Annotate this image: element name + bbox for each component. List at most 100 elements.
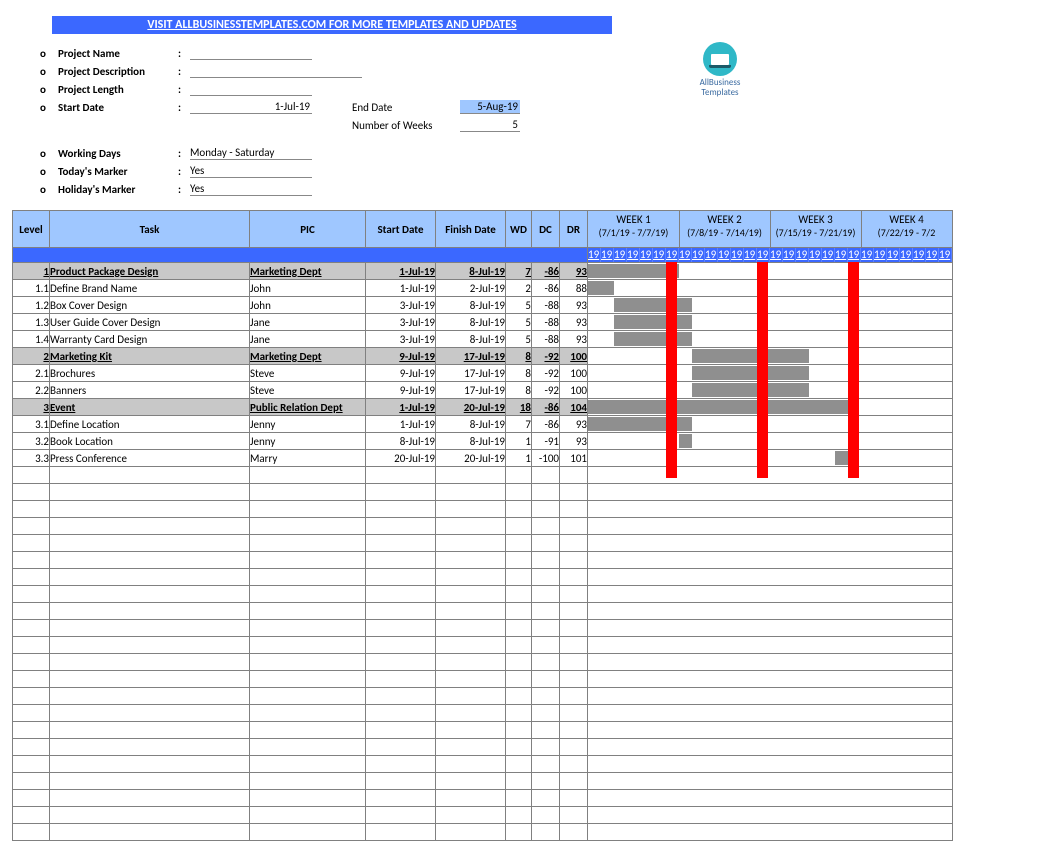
table-row[interactable] [13, 501, 953, 518]
gantt-bar[interactable] [614, 332, 692, 346]
cell-level[interactable]: 3.3 [13, 450, 50, 467]
gantt-bar[interactable] [692, 383, 809, 397]
table-row[interactable] [13, 671, 953, 688]
table-row[interactable]: 2.1BrochuresSteve9-Jul-1917-Jul-198-9210… [13, 365, 953, 382]
cell-level[interactable]: 1.2 [13, 297, 50, 314]
cell-dc[interactable]: -92 [532, 348, 560, 365]
col-level[interactable]: Level [13, 211, 50, 248]
start-date-field[interactable]: 1-Jul-19 [190, 100, 312, 114]
cell-pic[interactable]: Jane [250, 331, 366, 348]
table-row[interactable] [13, 705, 953, 722]
table-row[interactable] [13, 620, 953, 637]
table-row[interactable] [13, 807, 953, 824]
cell-wd[interactable]: 7 [506, 416, 532, 433]
gantt-bar[interactable] [692, 366, 809, 380]
table-row[interactable] [13, 756, 953, 773]
cell-pic[interactable]: Marketing Dept [250, 263, 366, 280]
table-row[interactable] [13, 552, 953, 569]
cell-finish[interactable]: 8-Jul-19 [436, 331, 506, 348]
gantt-table[interactable]: Level Task PIC Start Date Finish Date WD… [12, 210, 953, 841]
table-row[interactable] [13, 467, 953, 484]
cell-wd[interactable]: 8 [506, 365, 532, 382]
cell-pic[interactable]: Jenny [250, 433, 366, 450]
col-start[interactable]: Start Date [366, 211, 436, 248]
cell-task[interactable]: Product Package Design [50, 263, 250, 280]
table-row[interactable]: 3EventPublic Relation Dept1-Jul-1920-Jul… [13, 399, 953, 416]
cell-pic[interactable]: Steve [250, 382, 366, 399]
table-row[interactable] [13, 518, 953, 535]
cell-task[interactable]: Event [50, 399, 250, 416]
cell-start[interactable]: 3-Jul-19 [366, 297, 436, 314]
cell-task[interactable]: Define Brand Name [50, 280, 250, 297]
cell-level[interactable]: 2.1 [13, 365, 50, 382]
cell-dr[interactable]: 93 [560, 433, 588, 450]
table-row[interactable] [13, 654, 953, 671]
cell-finish[interactable]: 17-Jul-19 [436, 382, 506, 399]
cell-dr[interactable]: 88 [560, 280, 588, 297]
cell-dr[interactable]: 104 [560, 399, 588, 416]
cell-dc[interactable]: -88 [532, 331, 560, 348]
cell-dc[interactable]: -88 [532, 297, 560, 314]
cell-level[interactable]: 3.1 [13, 416, 50, 433]
today-marker-field[interactable]: Yes [190, 164, 312, 178]
cell-finish[interactable]: 8-Jul-19 [436, 433, 506, 450]
cell-finish[interactable]: 8-Jul-19 [436, 297, 506, 314]
gantt-bar[interactable] [692, 349, 809, 363]
gantt-cell[interactable] [588, 314, 953, 331]
cell-dr[interactable]: 100 [560, 348, 588, 365]
gantt-cell[interactable] [588, 280, 953, 297]
cell-dc[interactable]: -92 [532, 382, 560, 399]
gantt-cell[interactable] [588, 399, 953, 416]
gantt-bar[interactable] [588, 400, 848, 414]
gantt-cell[interactable] [588, 382, 953, 399]
table-row[interactable]: 1.4Warranty Card DesignJane3-Jul-198-Jul… [13, 331, 953, 348]
cell-finish[interactable]: 17-Jul-19 [436, 365, 506, 382]
cell-wd[interactable]: 2 [506, 280, 532, 297]
col-dr[interactable]: DR [560, 211, 588, 248]
cell-dr[interactable]: 101 [560, 450, 588, 467]
table-row[interactable] [13, 688, 953, 705]
end-date-field[interactable]: 5-Aug-19 [460, 100, 520, 114]
cell-start[interactable]: 1-Jul-19 [366, 416, 436, 433]
working-days-field[interactable]: Monday - Saturday [190, 146, 312, 160]
cell-pic[interactable]: John [250, 280, 366, 297]
cell-wd[interactable]: 8 [506, 382, 532, 399]
cell-task[interactable]: Box Cover Design [50, 297, 250, 314]
gantt-bar[interactable] [614, 315, 692, 329]
cell-finish[interactable]: 8-Jul-19 [436, 314, 506, 331]
gantt-cell[interactable] [588, 450, 953, 467]
table-row[interactable]: 3.2Book LocationJenny8-Jul-198-Jul-191-9… [13, 433, 953, 450]
cell-dr[interactable]: 93 [560, 263, 588, 280]
project-len-field[interactable] [190, 95, 312, 96]
gantt-bar[interactable] [679, 434, 692, 448]
cell-task[interactable]: Brochures [50, 365, 250, 382]
table-row[interactable] [13, 586, 953, 603]
cell-level[interactable]: 2.2 [13, 382, 50, 399]
table-row[interactable]: 2.2BannersSteve9-Jul-1917-Jul-198-92100 [13, 382, 953, 399]
cell-dc[interactable]: -86 [532, 263, 560, 280]
cell-level[interactable]: 1.4 [13, 331, 50, 348]
cell-wd[interactable]: 5 [506, 331, 532, 348]
cell-wd[interactable]: 7 [506, 263, 532, 280]
gantt-cell[interactable] [588, 297, 953, 314]
cell-start[interactable]: 9-Jul-19 [366, 348, 436, 365]
table-row[interactable]: 1.3User Guide Cover DesignJane3-Jul-198-… [13, 314, 953, 331]
cell-pic[interactable]: Public Relation Dept [250, 399, 366, 416]
cell-pic[interactable]: Jane [250, 314, 366, 331]
cell-task[interactable]: Warranty Card Design [50, 331, 250, 348]
col-wd[interactable]: WD [506, 211, 532, 248]
cell-pic[interactable]: Marry [250, 450, 366, 467]
gantt-cell[interactable] [588, 263, 953, 280]
gantt-cell[interactable] [588, 348, 953, 365]
cell-dr[interactable]: 100 [560, 382, 588, 399]
cell-finish[interactable]: 8-Jul-19 [436, 263, 506, 280]
cell-dc[interactable]: -88 [532, 314, 560, 331]
cell-pic[interactable]: Marketing Dept [250, 348, 366, 365]
cell-start[interactable]: 1-Jul-19 [366, 263, 436, 280]
cell-start[interactable]: 9-Jul-19 [366, 365, 436, 382]
cell-dc[interactable]: -86 [532, 280, 560, 297]
cell-start[interactable]: 20-Jul-19 [366, 450, 436, 467]
cell-dc[interactable]: -86 [532, 416, 560, 433]
gantt-cell[interactable] [588, 365, 953, 382]
cell-level[interactable]: 3 [13, 399, 50, 416]
